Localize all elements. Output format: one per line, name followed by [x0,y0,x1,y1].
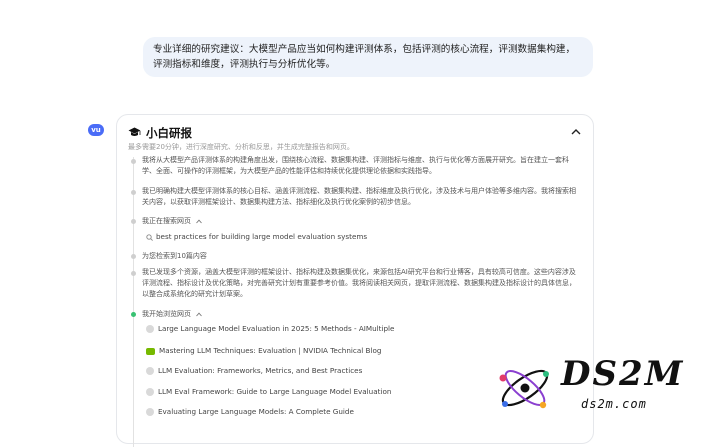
user-message-line1: 专业详细的研究建议：大模型产品应当如何构建评测体系，包括评测的核心流程，评测数据… [153,44,576,55]
globe-icon [146,408,154,416]
chevron-up-icon[interactable] [571,128,581,136]
timeline-dot [131,219,136,224]
link-title: Mastering LLM Techniques: Evaluation | N… [159,346,382,355]
link-title: LLM Evaluation: Frameworks, Metrics, and… [158,366,363,375]
timeline-dot [131,271,136,276]
chevron-up-icon [196,219,203,223]
graduation-cap-icon [128,127,141,136]
step-text: 我已发现多个资源，涵盖大模型评测的框架设计、指标构建及数据集优化，来源包括AI研… [142,268,576,298]
globe-icon [146,388,154,396]
globe-icon [146,367,154,375]
web-result-link[interactable]: Evaluating Large Language Models: A Comp… [146,406,354,418]
watermark: DS2M ds2m.com [495,352,715,422]
browse-step-toggle[interactable]: 我开始浏览网页 [142,309,203,319]
search-query-row: best practices for building large model … [146,232,367,241]
step-text: 我已明确构建大模型评测体系的核心目标、涵盖评测流程、数据集构建、指标维度及执行优… [142,187,576,206]
timeline-dot [131,190,136,195]
web-result-link[interactable]: LLM Eval Framework: Guide to Large Langu… [146,386,391,398]
web-result-link[interactable]: LLM Evaluation: Frameworks, Metrics, and… [146,365,362,377]
timeline-dot [131,254,136,259]
search-icon [146,233,153,241]
globe-icon [146,325,154,333]
link-title: Evaluating Large Language Models: A Comp… [158,407,354,416]
timeline-dot-active [131,312,136,317]
user-message-line2: 评测指标和维度，评测执行与分析优化等。 [153,59,336,70]
ds2m-logo-icon [499,369,549,409]
link-title: LLM Eval Framework: Guide to Large Langu… [158,387,392,396]
timeline-line [133,157,134,447]
step-text: 我将从大模型产品评测体系的构建角度出发，围绕核心流程、数据集构建、评测指标与维度… [142,156,569,175]
watermark-url: ds2m.com [581,397,647,411]
web-result-link[interactable]: Large Language Model Evaluation in 2025:… [146,323,394,335]
browse-step-label: 我开始浏览网页 [142,310,191,318]
watermark-brand: DS2M [561,354,685,394]
chevron-up-icon [196,312,203,316]
search-query: best practices for building large model … [156,232,368,241]
assistant-avatar: vu [88,124,104,136]
web-result-link[interactable]: Mastering LLM Techniques: Evaluation | N… [146,345,381,357]
nvidia-icon [146,347,155,355]
card-subtitle: 最多需要20分钟，进行深度研究、分析和反思，并生成完整报告和网页。 [128,143,354,151]
user-message-bubble: 专业详细的研究建议：大模型产品应当如何构建评测体系，包括评测的核心流程，评测数据… [143,37,593,77]
link-title: Large Language Model Evaluation in 2025:… [158,324,395,333]
results-count-label: 为您检索到10篇内容 [142,252,207,260]
search-step-label: 我正在搜索网页 [142,217,191,225]
card-title: 小白研报 [146,126,192,140]
timeline-dot [131,159,136,164]
search-step-toggle[interactable]: 我正在搜索网页 [142,216,203,226]
card-header[interactable]: 小白研报 [128,125,583,141]
